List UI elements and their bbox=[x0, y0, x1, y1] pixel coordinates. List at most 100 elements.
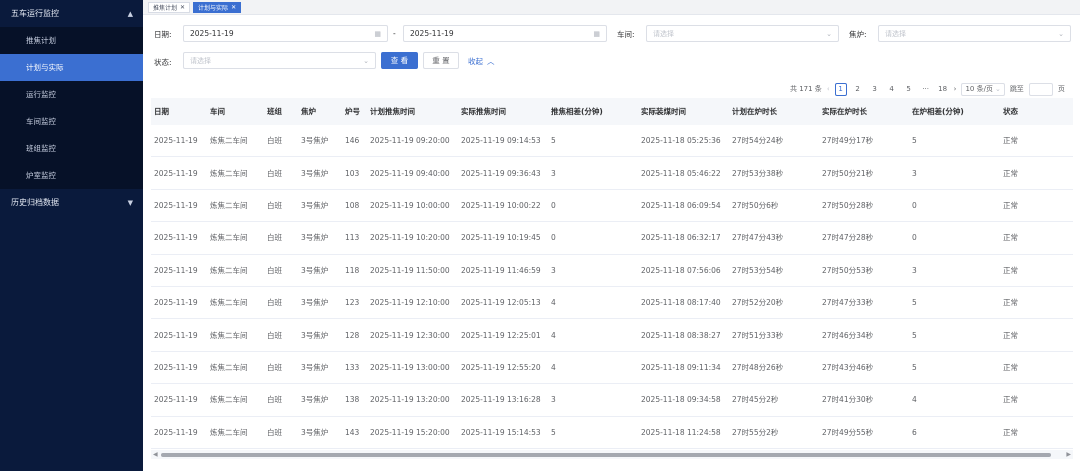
table-row[interactable]: 2025-11-19 炼焦二车间 白班 3号焦炉 138 2025-11-19 13:20… bbox=[151, 384, 1073, 417]
table-body: 2025-11-19 炼焦二车间 白班 3号焦炉 146 2025-11-19 09:20… bbox=[151, 125, 1073, 449]
pagination: 共 171 条 ‹ 1 2 3 4 5 ··· 18 › 10 条/页 ⌄ 跳至… bbox=[790, 82, 1065, 96]
sidebar-item-team-monitor[interactable]: 班组监控 bbox=[0, 135, 143, 162]
table-cell: 5 bbox=[912, 298, 917, 308]
table-cell: 白班 bbox=[267, 168, 282, 178]
column-header: 计划推焦时间 bbox=[370, 107, 415, 116]
collapse-toggle[interactable]: 收起 ︿ bbox=[468, 56, 495, 67]
column-header: 焦炉 bbox=[301, 107, 316, 116]
table-cell: 27时50分53秒 bbox=[822, 265, 874, 275]
table-cell: 27时49分17秒 bbox=[822, 136, 874, 146]
table-cell: 2025-11-19 12:05:13 bbox=[461, 298, 541, 308]
table-cell: 4 bbox=[551, 330, 556, 340]
jump-page-input[interactable] bbox=[1028, 82, 1053, 96]
sidebar-group-label: 五车运行监控 bbox=[11, 9, 59, 18]
table-cell: 4 bbox=[912, 395, 917, 405]
sidebar-item-run-monitor[interactable]: 运行监控 bbox=[0, 81, 143, 108]
page-1[interactable]: 1 bbox=[834, 82, 847, 96]
sidebar-group-five-car-monitoring[interactable]: 五车运行监控 ▲ bbox=[0, 0, 143, 27]
table-cell: 2025-11-19 10:20:00 bbox=[370, 233, 450, 243]
table-cell: 正常 bbox=[1003, 395, 1018, 405]
sidebar-group-history-archive[interactable]: 历史归档数据 ▼ bbox=[0, 189, 143, 216]
table-cell: 3号焦炉 bbox=[301, 136, 329, 146]
oven-select[interactable]: 请选择 ⌄ bbox=[878, 25, 1071, 42]
table-cell: 2025-11-19 bbox=[154, 330, 198, 340]
table-row[interactable]: 2025-11-19 炼焦二车间 白班 3号焦炉 123 2025-11-19 12:10… bbox=[151, 287, 1073, 320]
page-3[interactable]: 3 bbox=[869, 83, 881, 96]
table-cell: 2025-11-19 bbox=[154, 265, 198, 275]
table-row[interactable]: 2025-11-19 炼焦二车间 白班 3号焦炉 133 2025-11-19 13:00… bbox=[151, 352, 1073, 385]
column-header: 计划在炉时长 bbox=[732, 107, 777, 116]
table-row[interactable]: 2025-11-19 炼焦二车间 白班 3号焦炉 118 2025-11-19 11:50… bbox=[151, 255, 1073, 287]
table-cell: 103 bbox=[345, 168, 360, 178]
table-cell: 正常 bbox=[1003, 330, 1018, 340]
workshop-select[interactable]: 请选择 ⌄ bbox=[646, 25, 839, 42]
tab-push-plan[interactable]: 推焦计划 ✕ bbox=[148, 1, 191, 13]
table-cell: 白班 bbox=[267, 298, 282, 308]
date-start-input[interactable]: 2025-11-19 ▦ bbox=[183, 25, 388, 42]
table-cell: 2025-11-19 09:40:00 bbox=[370, 168, 450, 178]
table-cell: 3号焦炉 bbox=[301, 200, 329, 210]
table-cell: 128 bbox=[345, 330, 360, 340]
query-button[interactable]: 查 看 bbox=[381, 52, 418, 69]
sidebar-item-push-plan[interactable]: 推焦计划 bbox=[0, 27, 143, 54]
close-icon[interactable]: ✕ bbox=[180, 4, 185, 11]
table-cell: 白班 bbox=[267, 233, 282, 243]
page-5[interactable]: 5 bbox=[903, 83, 915, 96]
scrollbar-thumb[interactable] bbox=[161, 453, 1051, 457]
table-cell: 3 bbox=[551, 168, 556, 178]
table-cell: 27时47分28秒 bbox=[822, 233, 874, 243]
status-select[interactable]: 请选择 ⌄ bbox=[183, 52, 376, 69]
date-start-value: 2025-11-19 bbox=[190, 29, 234, 38]
date-end-input[interactable]: 2025-11-19 ▦ bbox=[403, 25, 607, 42]
sidebar-item-label: 推焦计划 bbox=[26, 36, 56, 45]
table-row[interactable]: 2025-11-19 炼焦二车间 白班 3号焦炉 113 2025-11-19 10:20… bbox=[151, 222, 1073, 255]
table-cell: 5 bbox=[912, 136, 917, 146]
column-header: 班组 bbox=[267, 107, 282, 116]
page-size-select[interactable]: 10 条/页 ⌄ bbox=[961, 82, 1005, 96]
reset-button[interactable]: 重 置 bbox=[423, 52, 459, 69]
table-cell: 2025-11-19 bbox=[154, 427, 198, 437]
tab-label: 计划与实际 bbox=[198, 4, 229, 12]
table-row[interactable]: 2025-11-19 炼焦二车间 白班 3号焦炉 128 2025-11-19 12:30… bbox=[151, 319, 1073, 352]
page-18[interactable]: 18 bbox=[937, 83, 949, 96]
table-cell: 27时43分46秒 bbox=[822, 362, 874, 372]
horizontal-scrollbar[interactable]: ◀ ▶ bbox=[151, 450, 1073, 459]
table-cell: 2025-11-18 05:25:36 bbox=[641, 136, 721, 146]
close-icon[interactable]: ✕ bbox=[231, 4, 236, 11]
table-cell: 炼焦二车间 bbox=[210, 168, 248, 178]
scroll-right-icon[interactable]: ▶ bbox=[1066, 451, 1071, 458]
table-cell: 白班 bbox=[267, 265, 282, 275]
prev-page-icon[interactable]: ‹ bbox=[827, 85, 830, 93]
page-4[interactable]: 4 bbox=[886, 83, 898, 96]
scroll-left-icon[interactable]: ◀ bbox=[153, 451, 158, 458]
table-cell: 27时50分28秒 bbox=[822, 200, 874, 210]
sidebar-item-workshop-monitor[interactable]: 车间监控 bbox=[0, 108, 143, 135]
page-2[interactable]: 2 bbox=[852, 83, 864, 96]
table-cell: 27时53分38秒 bbox=[732, 168, 784, 178]
chevron-down-icon: ⌄ bbox=[363, 56, 369, 65]
table-cell: 2025-11-19 10:19:45 bbox=[461, 233, 541, 243]
status-placeholder: 请选择 bbox=[190, 56, 211, 65]
filter-form: 日期: 2025-11-19 ▦ - 2025-11-19 ▦ 车间: 请选择 … bbox=[143, 15, 1080, 80]
next-page-icon[interactable]: › bbox=[954, 85, 957, 93]
table-cell: 27时51分33秒 bbox=[732, 330, 784, 340]
table-cell: 2025-11-18 07:56:06 bbox=[641, 265, 721, 275]
workshop-placeholder: 请选择 bbox=[653, 29, 674, 38]
sidebar-item-oven-monitor[interactable]: 炉室监控 bbox=[0, 162, 143, 189]
table-cell: 白班 bbox=[267, 136, 282, 146]
table-cell: 3号焦炉 bbox=[301, 395, 329, 405]
tab-plan-vs-actual[interactable]: 计划与实际 ✕ bbox=[193, 1, 242, 13]
sidebar: 五车运行监控 ▲ 推焦计划 计划与实际 运行监控 车间监控 班组监控 炉室监控 … bbox=[0, 0, 143, 471]
table-cell: 27时55分2秒 bbox=[732, 427, 779, 437]
table-cell: 炼焦二车间 bbox=[210, 330, 248, 340]
page-ellipsis[interactable]: ··· bbox=[920, 83, 932, 96]
table-row[interactable]: 2025-11-19 炼焦二车间 白班 3号焦炉 103 2025-11-19 09:40… bbox=[151, 157, 1073, 190]
table-row[interactable]: 2025-11-19 炼焦二车间 白班 3号焦炉 146 2025-11-19 09:20… bbox=[151, 125, 1073, 158]
table-cell: 3 bbox=[912, 168, 917, 178]
table-row[interactable]: 2025-11-19 炼焦二车间 白班 3号焦炉 143 2025-11-19 15:20… bbox=[151, 417, 1073, 449]
sidebar-item-plan-vs-actual[interactable]: 计划与实际 bbox=[0, 54, 143, 81]
sidebar-group-label: 历史归档数据 bbox=[11, 198, 59, 207]
table-cell: 5 bbox=[551, 136, 556, 146]
table-cell: 138 bbox=[345, 395, 360, 405]
table-row[interactable]: 2025-11-19 炼焦二车间 白班 3号焦炉 108 2025-11-19 10:00… bbox=[151, 190, 1073, 223]
